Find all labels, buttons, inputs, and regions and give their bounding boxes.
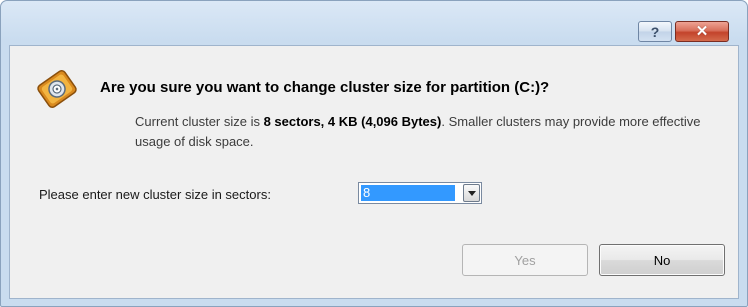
cluster-size-label: Please enter new cluster size in sectors… bbox=[39, 187, 271, 202]
dialog-window: ? ✕ Are you sure you want to change clus… bbox=[0, 0, 748, 307]
confirmation-question: Are you sure you want to change cluster … bbox=[100, 79, 550, 96]
current-cluster-size: 8 sectors, 4 KB (4,096 Bytes) bbox=[263, 114, 442, 129]
title-bar[interactable]: ? ✕ bbox=[1, 1, 747, 42]
cluster-size-combobox[interactable]: 8 bbox=[358, 182, 482, 204]
disk-partition-icon bbox=[37, 69, 77, 109]
dropdown-button[interactable] bbox=[463, 184, 480, 202]
yes-button[interactable]: Yes bbox=[462, 244, 588, 276]
help-button[interactable]: ? bbox=[638, 21, 672, 42]
dialog-content: Are you sure you want to change cluster … bbox=[9, 45, 739, 299]
cluster-size-value[interactable]: 8 bbox=[361, 185, 455, 201]
close-button[interactable]: ✕ bbox=[675, 21, 729, 42]
no-button[interactable]: No bbox=[599, 244, 725, 276]
info-prefix: Current cluster size is bbox=[135, 114, 264, 129]
help-icon: ? bbox=[650, 23, 660, 40]
close-icon: ✕ bbox=[695, 23, 709, 40]
chevron-down-icon bbox=[467, 190, 476, 196]
cluster-info-text: Current cluster size is 8 sectors, 4 KB … bbox=[135, 112, 715, 152]
